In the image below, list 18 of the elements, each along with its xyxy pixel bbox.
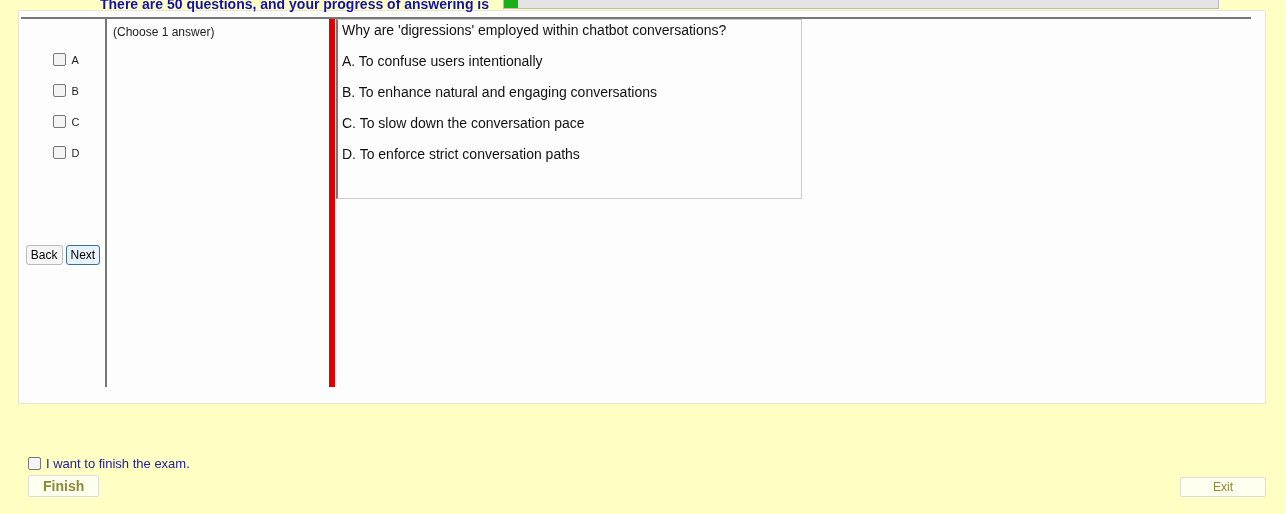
nav-button[interactable]: Next — [65, 245, 101, 265]
option-label: C — [71, 115, 80, 128]
answer-checkbox[interactable] — [52, 53, 66, 66]
finish-checkbox[interactable] — [28, 457, 41, 470]
answer-checkbox[interactable] — [52, 146, 66, 159]
finish-confirm-label: I want to finish the exam. — [46, 456, 190, 471]
answer-choice: D. To enforce strict conversation paths — [342, 146, 581, 162]
answer-choice: C. To slow down the conversation pace — [342, 115, 586, 131]
answer-choice: A. To confuse users intentionally — [342, 53, 544, 69]
answer-checkbox[interactable] — [52, 115, 66, 128]
option-label: D — [71, 146, 80, 159]
question-text: Why are 'digressions' employed within chatbot conversations? — [342, 22, 728, 38]
option-label: B — [71, 84, 79, 97]
answer-instruction: (Choose 1 answer) — [113, 25, 215, 39]
nav-button[interactable]: Back — [25, 245, 63, 265]
option-label: A — [71, 53, 79, 66]
answer-checkbox[interactable] — [52, 84, 66, 97]
answer-choice: B. To enhance natural and engaging conversations — [342, 84, 658, 100]
